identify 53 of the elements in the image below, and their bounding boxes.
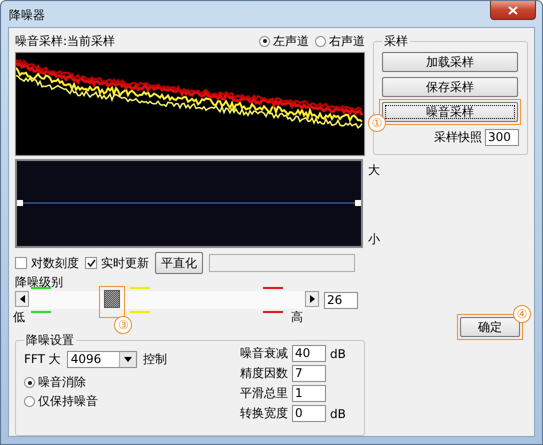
right-arrow-icon <box>310 295 314 303</box>
scroll-arrow-button[interactable] <box>15 291 29 307</box>
close-button[interactable] <box>490 1 536 20</box>
checkbox-label: 实时更新 <box>101 254 149 272</box>
param-label: 噪音衰减 <box>240 345 288 362</box>
group-title: 采样 <box>383 33 409 50</box>
radio-button[interactable] <box>24 377 35 388</box>
low-label: 低 <box>13 309 25 326</box>
sample-button[interactable]: 加载采样 <box>382 52 518 72</box>
snapshot-label: 采样快照 <box>434 129 482 146</box>
group-title: 降噪设置 <box>25 332 75 349</box>
flatten-button[interactable]: 平直化 <box>155 252 203 274</box>
param-field[interactable]: 40 <box>292 345 326 362</box>
close-icon <box>508 6 518 14</box>
window-title: 降噪器 <box>9 7 45 24</box>
fft-size-dropdown[interactable]: 4096 <box>66 351 137 368</box>
control-label: 控制 <box>142 351 167 368</box>
param-field[interactable]: 7 <box>292 365 326 382</box>
param-field[interactable]: 0 <box>292 405 326 422</box>
scale-label: 小 <box>368 231 380 248</box>
radio-button[interactable] <box>315 36 326 46</box>
sample-button[interactable]: 保存采样 <box>382 77 518 97</box>
radio-label: 左声道 <box>273 32 309 50</box>
level-value-field[interactable]: 26 <box>324 292 358 308</box>
fft-label: FFT 大 <box>24 351 61 368</box>
checkbox[interactable] <box>85 257 97 269</box>
param-label: 转换宽度 <box>240 405 288 422</box>
sample-button[interactable]: 噪音采样 <box>382 102 518 122</box>
radio-label: 仅保持噪音 <box>38 393 98 410</box>
high-label: 高 <box>291 309 303 326</box>
slider-label: 降噪级别 <box>15 274 64 291</box>
slider-thumb[interactable] <box>104 290 120 308</box>
unit-label: dB <box>330 346 346 360</box>
param-field[interactable]: 1 <box>292 385 326 402</box>
radio-label: 噪音消除 <box>38 374 86 391</box>
radio-button[interactable] <box>24 396 35 407</box>
curve-editor[interactable] <box>15 159 363 248</box>
checkbox-label: 对数刻度 <box>31 254 79 272</box>
scale-label: 大 <box>368 162 380 179</box>
sample-label: 噪音采样:当前采样 <box>15 32 116 50</box>
callout-number: ① <box>368 114 386 132</box>
checkbox[interactable] <box>15 257 27 269</box>
param-label: 精度因数 <box>240 365 288 382</box>
radio-button[interactable] <box>259 36 270 46</box>
callout-number: ④ <box>513 305 531 323</box>
unit-label: dB <box>330 406 346 420</box>
snapshot-field[interactable]: 300 <box>485 129 519 146</box>
radio-label: 右声道 <box>329 32 365 50</box>
param-label: 平滑总里 <box>240 385 288 402</box>
callout-number: ③ <box>114 316 132 334</box>
ok-button[interactable]: 确定 <box>460 317 520 337</box>
left-arrow-icon <box>20 295 24 303</box>
scroll-arrow-button[interactable] <box>305 291 319 307</box>
